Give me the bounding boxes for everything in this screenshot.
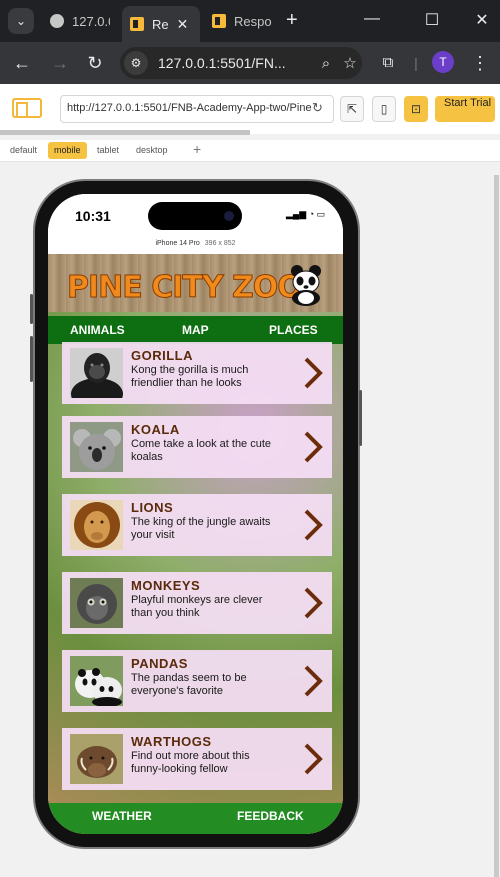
nav-feedback[interactable]: FEEDBACK (237, 809, 304, 823)
animal-card-warthogs[interactable]: WARTHOGS Find out more about this funny-… (62, 728, 332, 790)
bookmark-star-icon[interactable]: ☆ (338, 54, 362, 72)
dynamic-island (148, 202, 242, 230)
monkey-photo (70, 578, 123, 628)
chevron-right-icon[interactable] (300, 354, 326, 392)
device-layout-icon[interactable]: ⊡ (404, 96, 428, 122)
menu-icon[interactable]: ⋮ (468, 51, 492, 75)
browser-tab-active[interactable]: Re ✕ (122, 6, 200, 42)
animal-card-koala[interactable]: KOALA Come take a look at the cute koala… (62, 416, 332, 478)
zoo-app: PINE CITY ZOO ANIMALS MAP PLACES GORILLA… (48, 254, 343, 834)
page-icon (130, 17, 144, 31)
animal-name: PANDAS (131, 656, 188, 671)
add-device-button[interactable]: + (193, 141, 201, 157)
browser-tab[interactable]: 127.0.0 (42, 6, 118, 36)
phone-side-button (359, 390, 362, 446)
panda-logo-icon (291, 265, 321, 306)
koala-photo (70, 422, 123, 472)
start-trial-button[interactable]: Start Trial (435, 96, 495, 122)
address-url[interactable]: 127.0.0.1:5501/FN... (158, 55, 314, 71)
gorilla-photo (70, 348, 123, 398)
device-name: iPhone 14 Pro (155, 240, 200, 247)
animal-description: The pandas seem to be everyone's favorit… (131, 672, 247, 697)
animal-name: KOALA (131, 422, 180, 437)
device-tab-tablet[interactable]: tablet (91, 142, 125, 159)
forward-icon[interactable]: → (48, 51, 72, 75)
nav-places[interactable]: PLACES (269, 323, 318, 337)
chevron-right-icon[interactable] (300, 506, 326, 544)
maximize-icon[interactable]: ☐ (420, 10, 444, 30)
new-tab-button[interactable]: + (286, 9, 298, 32)
animal-name: GORILLA (131, 348, 193, 363)
animal-description: Playful monkeys are clever than you thin… (131, 594, 263, 619)
phone-side-button (30, 336, 33, 382)
status-bar: 10:31 ▂▄▆ ◔ ▭ (48, 194, 343, 238)
tab-label: Respo (234, 13, 272, 29)
app-header: PINE CITY ZOO (48, 254, 343, 312)
close-window-icon[interactable]: ✕ (470, 10, 494, 30)
device-mobile-icon[interactable]: ▯ (372, 96, 396, 122)
phone-side-button (30, 294, 33, 324)
tab-search-button[interactable]: ⌄ (8, 8, 34, 34)
horizontal-scrollbar[interactable] (0, 130, 250, 135)
animal-card-lions[interactable]: LIONS The king of the jungle awaits your… (62, 494, 332, 556)
device-size: 396 x 852 (204, 240, 236, 247)
vertical-scrollbar[interactable] (494, 175, 499, 877)
page-icon (212, 14, 226, 28)
signal-wifi-battery-icon: ▂▄▆ ◔ ▭ (286, 209, 326, 219)
device-tab-desktop[interactable]: desktop (130, 142, 174, 159)
responsive-extension-bar: http://127.0.0.1:5501/FNB-Academy-App-tw… (0, 84, 500, 134)
reload-icon[interactable]: ↻ (83, 51, 107, 75)
chevron-right-icon[interactable] (300, 584, 326, 622)
animal-card-pandas[interactable]: PANDAS The pandas seem to be everyone's … (62, 650, 332, 712)
browser-tab[interactable]: Respo (204, 6, 280, 36)
nav-animals[interactable]: ANIMALS (70, 323, 125, 337)
nav-map[interactable]: MAP (182, 323, 209, 337)
chevron-right-icon[interactable] (300, 428, 326, 466)
device-tab-default[interactable]: default (4, 142, 43, 159)
animal-description: Kong the gorilla is much friendlier than… (131, 364, 249, 389)
browser-tab-strip: ⌄ 127.0.0 Re ✕ Respo + — ☐ ✕ (0, 0, 500, 42)
globe-icon (50, 14, 64, 28)
animal-card-monkeys[interactable]: MONKEYS Playful monkeys are clever than … (62, 572, 332, 634)
device-tabs: default mobile tablet desktop + (0, 140, 500, 162)
animal-description: Come take a look at the cute koalas (131, 438, 272, 463)
extension-url-field[interactable]: http://127.0.0.1:5501/FNB-Academy-App-tw… (60, 95, 334, 123)
lion-photo (70, 500, 123, 550)
zoom-icon[interactable]: ⌕ (314, 55, 338, 72)
top-navigation: ANIMALS MAP PLACES (48, 316, 343, 344)
animal-name: LIONS (131, 500, 174, 515)
extension-refresh-icon[interactable]: ↻ (312, 100, 323, 116)
site-info-icon[interactable]: ⚙ (124, 51, 148, 75)
app-title: PINE CITY ZOO (67, 270, 304, 306)
tab-label: 127.0.0 (72, 13, 110, 29)
browser-toolbar: ← → ↻ ⚙ 127.0.0.1:5501/FN... ⌕ ☆ ⧉ | ⋮ (0, 42, 500, 84)
status-time: 10:31 (75, 208, 111, 224)
inspect-cursor-icon[interactable]: ⇱ (340, 96, 364, 122)
animal-description: The king of the jungle awaits your visit (131, 516, 271, 541)
animal-name: MONKEYS (131, 578, 201, 593)
extensions-icon[interactable]: ⧉ (376, 51, 400, 75)
profile-avatar[interactable]: T (432, 51, 454, 73)
chevron-right-icon[interactable] (300, 662, 326, 700)
warthog-photo (70, 734, 123, 784)
animal-card-gorilla[interactable]: GORILLA Kong the gorilla is much friendl… (62, 342, 332, 404)
panda-photo (70, 656, 123, 706)
phone-screen: 10:31 ▂▄▆ ◔ ▭ iPhone 14 Pro 396 x 852 PI… (48, 194, 343, 834)
animal-name: WARTHOGS (131, 734, 212, 749)
close-tab-icon[interactable]: ✕ (177, 16, 189, 33)
toolbar-divider: | (414, 55, 418, 71)
back-icon[interactable]: ← (10, 51, 34, 75)
chevron-right-icon[interactable] (300, 740, 326, 778)
animal-description: Find out more about this funny-looking f… (131, 750, 250, 775)
address-bar[interactable]: ⚙ 127.0.0.1:5501/FN... ⌕ ☆ (120, 47, 362, 79)
device-label: iPhone 14 Pro 396 x 852 (48, 240, 343, 247)
nav-weather[interactable]: WEATHER (92, 809, 152, 823)
minimize-icon[interactable]: — (360, 10, 384, 28)
bottom-navigation: WEATHER FEEDBACK (48, 803, 343, 834)
tab-label: Re (152, 16, 169, 32)
extension-logo-icon (12, 98, 42, 118)
device-tab-mobile[interactable]: mobile (48, 142, 87, 159)
